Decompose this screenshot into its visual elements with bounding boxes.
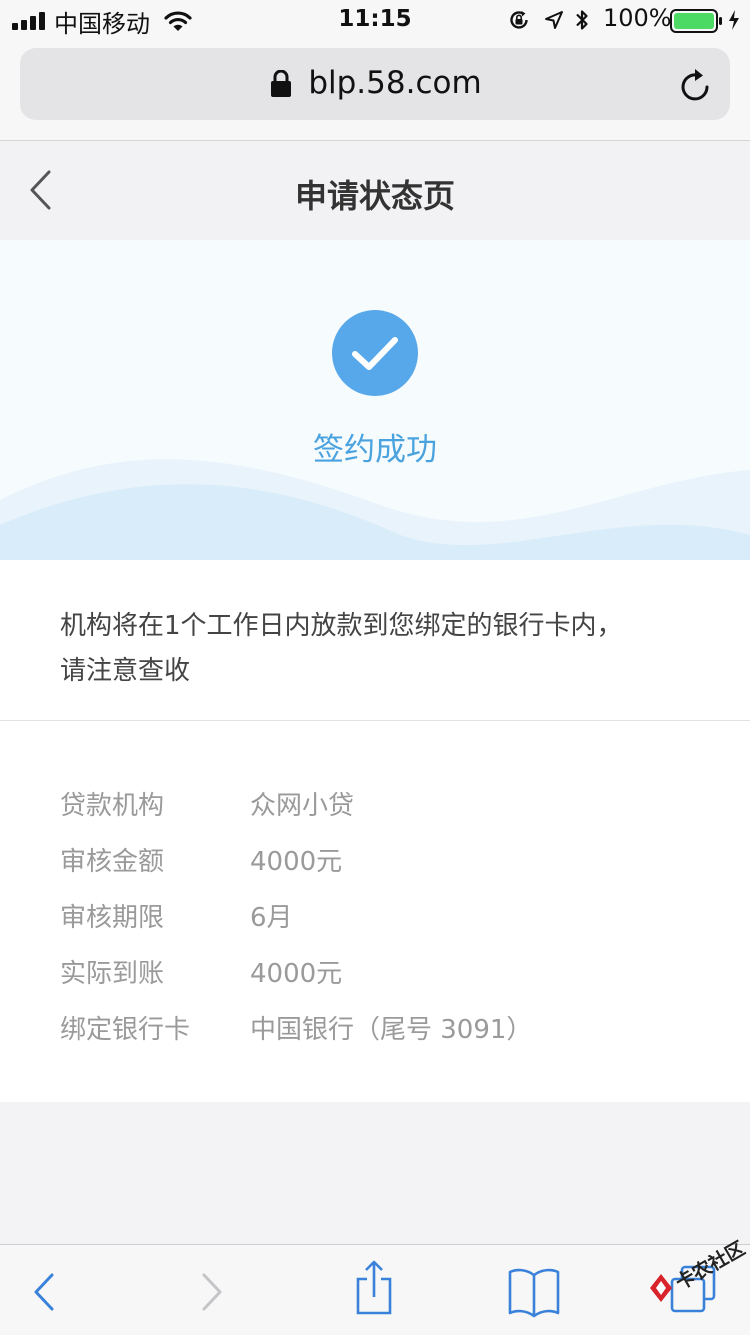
detail-row-bank-card: 绑定银行卡 中国银行（尾号 3091） (0, 1009, 750, 1065)
detail-row-lender: 贷款机构 众网小贷 (0, 785, 750, 841)
battery-icon (670, 9, 722, 33)
url-text[interactable]: blp.58.com (20, 65, 730, 101)
page-title: 申请状态页 (294, 177, 455, 215)
detail-label: 绑定银行卡 (60, 1015, 191, 1045)
loan-details: 贷款机构 众网小贷 审核金额 4000元 审核期限 6月 实际到账 4000元 … (0, 721, 750, 1102)
detail-row-approved-amount: 审核金额 4000元 (0, 841, 750, 897)
browser-forward-icon[interactable] (190, 1245, 234, 1335)
status-bar: 中国移动 11:15 100% (0, 0, 750, 40)
detail-value: 众网小贷 (250, 791, 355, 821)
status-hero: 签约成功 (0, 240, 750, 560)
detail-value: 6月 (250, 903, 293, 933)
page-header: 申请状态页 (0, 141, 750, 240)
check-circle-icon (332, 310, 418, 396)
notice-line: 机构将在1个工作日内放款到您绑定的银行卡内， (60, 611, 623, 641)
detail-label: 审核金额 (60, 847, 165, 877)
charging-icon (729, 10, 739, 30)
notice-text: 机构将在1个工作日内放款到您绑定的银行卡内， 请注意查收 (60, 604, 700, 694)
reload-icon[interactable] (680, 68, 712, 102)
detail-value: 4000元 (250, 959, 343, 989)
rotation-lock-icon (510, 11, 528, 29)
browser-toolbar (0, 1244, 750, 1335)
browser-back-icon[interactable] (22, 1245, 66, 1335)
address-bar[interactable]: blp.58.com (20, 48, 730, 120)
watermark: 卡农社区 (646, 1237, 749, 1320)
detail-row-actual-received: 实际到账 4000元 (0, 953, 750, 1009)
notice-line: 请注意查收 (60, 656, 191, 686)
detail-label: 贷款机构 (60, 791, 165, 821)
status-title: 签约成功 (313, 432, 437, 468)
location-icon (545, 11, 563, 29)
battery-percent: 100% (603, 4, 672, 32)
browser-address-area: blp.58.com (0, 40, 750, 141)
detail-label: 实际到账 (60, 959, 165, 989)
notice-section: 机构将在1个工作日内放款到您绑定的银行卡内， 请注意查收 (0, 560, 750, 721)
detail-value: 4000元 (250, 847, 343, 877)
bookmarks-icon[interactable] (506, 1245, 562, 1335)
share-icon[interactable] (350, 1245, 398, 1335)
detail-row-term: 审核期限 6月 (0, 897, 750, 953)
bluetooth-icon (576, 10, 588, 30)
detail-value: 中国银行（尾号 3091） (250, 1015, 533, 1045)
detail-label: 审核期限 (60, 903, 165, 933)
